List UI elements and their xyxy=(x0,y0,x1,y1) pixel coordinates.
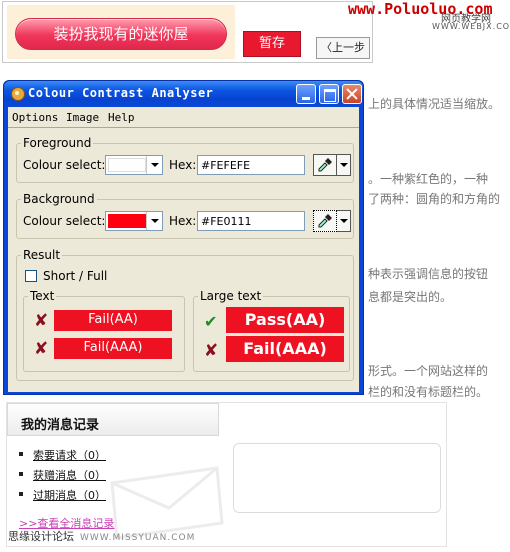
pass-check-icon: ✔ xyxy=(204,312,218,331)
menu-help[interactable]: Help xyxy=(108,111,135,124)
text-aaa-result: Fail(AAA) xyxy=(54,338,172,359)
decorate-miniroom-button[interactable]: 装扮我现有的迷你屋 xyxy=(15,18,227,50)
foreground-group-label: Foreground xyxy=(21,136,94,150)
article-text-line: 上的具体情况适当缩放。 xyxy=(368,97,501,111)
menu-divider xyxy=(8,127,359,128)
large-text-results-group: Large text ✔ Pass(AA) ✘ Fail(AAA) xyxy=(193,289,350,372)
colour-contrast-analyser-window: Colour Contrast Analyser Options Image H… xyxy=(3,80,364,395)
gift-messages-link[interactable]: 获赠消息（0） xyxy=(33,469,106,482)
fail-x-icon: ✘ xyxy=(204,341,219,361)
article-text-line: 。一种紫红色的，一种 xyxy=(368,172,489,186)
result-group: Result Short / Full Text ✘ Fail(AA) ✘ Fa… xyxy=(16,248,354,381)
footer-watermark: 思缘设计论坛 WWW.MISSYUAN.COM xyxy=(8,528,195,544)
background-group: Background Colour select: Hex: xyxy=(16,192,354,239)
article-text-line: 形式。一个网站这样的 xyxy=(368,364,489,378)
background-hex-label: Hex: xyxy=(169,214,197,228)
large-aaa-result: Fail(AAA) xyxy=(226,336,344,362)
eyedropper-icon xyxy=(318,158,332,172)
minimize-icon[interactable] xyxy=(296,84,316,104)
short-full-checkbox[interactable] xyxy=(25,270,37,282)
large-text-group-label: Large text xyxy=(198,289,264,303)
text-group-label: Text xyxy=(28,289,57,303)
chevron-down-icon[interactable] xyxy=(146,156,162,174)
expired-messages-link[interactable]: 过期消息（0） xyxy=(33,489,106,502)
background-colour-select[interactable] xyxy=(105,211,163,231)
background-colour-label: Colour select: xyxy=(23,214,106,228)
menu-options[interactable]: Options xyxy=(12,111,58,124)
result-group-label: Result xyxy=(21,248,63,262)
app-palette-icon[interactable] xyxy=(11,87,25,101)
article-text-line: 栏的和没有标题栏的。 xyxy=(368,385,489,399)
message-history-title: 我的消息记录 xyxy=(7,403,219,436)
footer-watermark-name: 思缘设计论坛 xyxy=(8,530,74,543)
message-history-panel: 我的消息记录 索要请求（0） 获赠消息（0） 过期消息（0） >>查看全消息记录 xyxy=(6,402,447,547)
save-draft-button[interactable]: 暂存 xyxy=(243,31,301,57)
background-colour-swatch xyxy=(108,214,146,228)
footer-watermark-domain: WWW.MISSYUAN.COM xyxy=(80,533,196,543)
menu-image[interactable]: Image xyxy=(66,111,99,124)
background-group-label: Background xyxy=(21,192,97,206)
maximize-icon[interactable] xyxy=(319,84,339,104)
chevron-down-icon[interactable] xyxy=(337,154,351,176)
list-item[interactable]: 过期消息（0） xyxy=(19,487,106,507)
foreground-colour-select[interactable] xyxy=(105,155,163,175)
window-title: Colour Contrast Analyser xyxy=(28,86,214,100)
window-client-area: Options Image Help Foreground Colour sel… xyxy=(8,107,359,392)
article-text-line: 息都是突出的。 xyxy=(368,290,453,304)
banner-background: 装扮我现有的迷你屋 xyxy=(7,5,235,59)
site-watermark-domain: WWW.WEBJX.COM xyxy=(432,22,510,31)
fail-x-icon: ✘ xyxy=(34,311,49,331)
message-list: 索要请求（0） 获赠消息（0） 过期消息（0） xyxy=(19,447,106,507)
foreground-group: Foreground Colour select: Hex: xyxy=(16,136,354,183)
large-aa-result: Pass(AA) xyxy=(226,307,344,333)
short-full-label: Short / Full xyxy=(43,269,108,283)
close-icon[interactable] xyxy=(342,84,362,104)
article-text-line: 了两种：圆角的和方角的 xyxy=(368,192,501,206)
text-results-group: Text ✘ Fail(AA) ✘ Fail(AAA) xyxy=(23,289,185,372)
fail-x-icon: ✘ xyxy=(34,339,49,359)
chevron-down-icon[interactable] xyxy=(146,212,162,230)
message-detail-box xyxy=(233,443,441,513)
foreground-colour-label: Colour select: xyxy=(23,158,106,172)
window-titlebar[interactable]: Colour Contrast Analyser xyxy=(4,81,363,107)
article-text-line: 种表示强调信息的按钮 xyxy=(368,267,489,281)
list-item[interactable]: 获赠消息（0） xyxy=(19,467,106,487)
foreground-eyedropper-button[interactable] xyxy=(313,154,337,176)
foreground-colour-swatch xyxy=(108,158,146,172)
top-banner-panel: 装扮我现有的迷你屋 暂存 〈上一步 xyxy=(2,1,373,63)
foreground-hex-label: Hex: xyxy=(169,158,197,172)
previous-step-button[interactable]: 〈上一步 xyxy=(316,37,370,59)
text-aa-result: Fail(AA) xyxy=(54,310,172,331)
eyedropper-icon xyxy=(318,214,332,228)
menu-bar: Options Image Help xyxy=(8,107,359,127)
foreground-hex-input[interactable] xyxy=(197,155,305,175)
background-hex-input[interactable] xyxy=(197,211,305,231)
background-eyedropper-button[interactable] xyxy=(313,210,337,232)
request-messages-link[interactable]: 索要请求（0） xyxy=(33,449,106,462)
list-item[interactable]: 索要请求（0） xyxy=(19,447,106,467)
chevron-down-icon[interactable] xyxy=(337,210,351,232)
